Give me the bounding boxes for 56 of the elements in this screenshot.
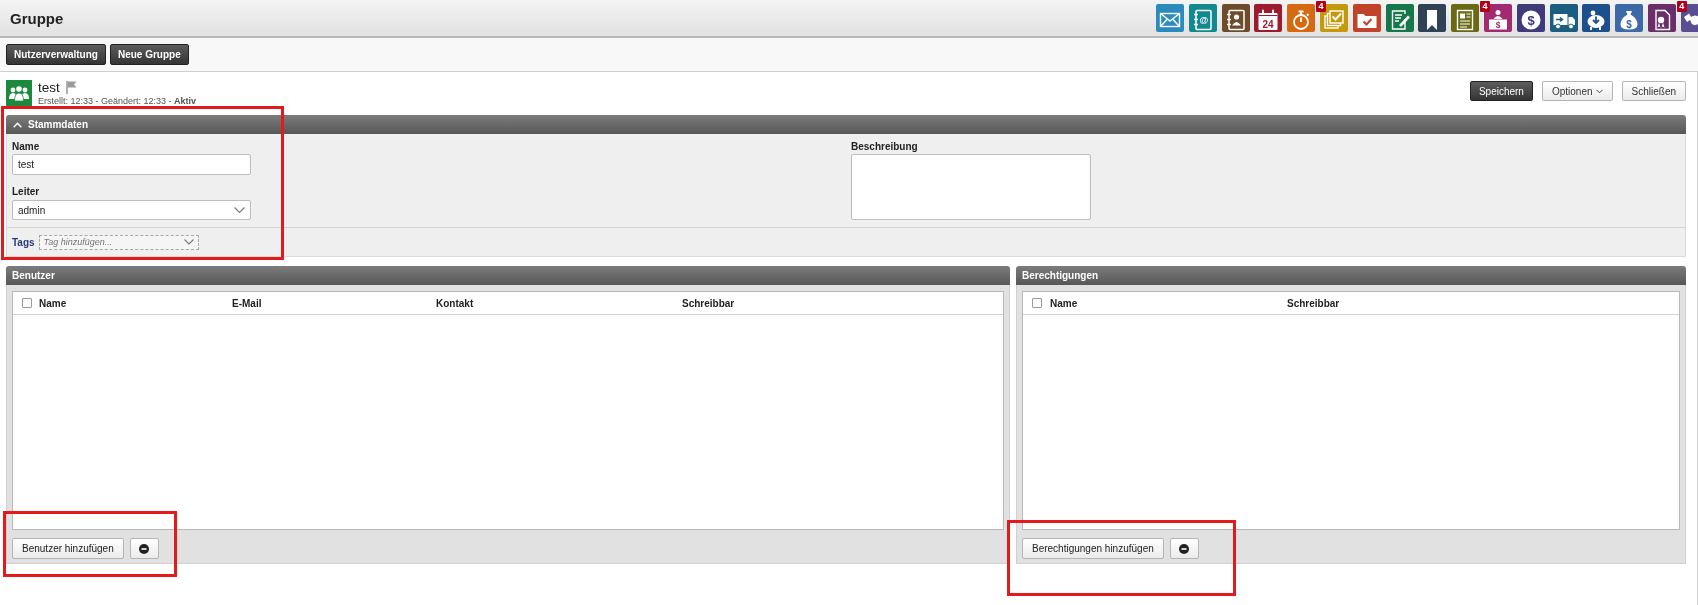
record-meta: Erstellt: 12:33 - Geändert: 12:33 - Aktiv xyxy=(38,96,197,107)
flag-icon[interactable] xyxy=(65,81,77,94)
notification-badge: 4 xyxy=(1316,1,1326,12)
page-title: Gruppe xyxy=(10,9,65,27)
remove-button[interactable] xyxy=(129,538,159,559)
minus-icon xyxy=(139,543,150,554)
app-tile-button[interactable] xyxy=(1221,4,1250,32)
chevron-down-icon xyxy=(183,239,194,245)
app-tile-button[interactable] xyxy=(1549,4,1578,32)
column-header: Kontakt xyxy=(436,297,475,309)
record-title: test xyxy=(38,80,60,95)
app-tile-button[interactable] xyxy=(1287,4,1316,32)
notification-badge: 4 xyxy=(1676,1,1687,12)
app-tile-button[interactable] xyxy=(1352,4,1381,32)
app-tile-button[interactable] xyxy=(1451,4,1480,32)
app-tile-button[interactable] xyxy=(1156,4,1184,32)
field-label: Tags xyxy=(12,236,35,248)
chevron-down-icon xyxy=(234,207,245,213)
notification-badge: 4 xyxy=(1479,1,1490,12)
contact-book-icon xyxy=(1224,8,1247,31)
column-header: E-Mail xyxy=(232,297,263,309)
tag-field[interactable]: Tag hinzufügen... xyxy=(38,234,199,250)
close-button[interactable]: Schließen xyxy=(1621,81,1686,101)
app-tile-button[interactable]: 4 xyxy=(1680,4,1698,32)
checklist-icon xyxy=(1323,8,1345,31)
section-header[interactable]: Stammdaten xyxy=(6,115,1686,134)
options-button[interactable]: Optionen xyxy=(1541,81,1613,101)
field-label: Beschreibung xyxy=(851,141,918,153)
remove-button[interactable] xyxy=(1169,538,1199,559)
field-label: Name xyxy=(12,141,40,153)
panel-header: Berechtigungen xyxy=(1016,266,1686,285)
column-header: Schreibbar xyxy=(1287,297,1340,309)
add-button[interactable]: Benutzer hinzufügen xyxy=(12,538,124,559)
add-button[interactable]: Berechtigungen hinzufügen xyxy=(1022,538,1164,559)
column-header: Schreibbar xyxy=(682,297,735,309)
panel-header: Benutzer xyxy=(6,266,1010,285)
select-field[interactable]: admin xyxy=(12,200,251,220)
minus-icon xyxy=(1179,543,1190,554)
app-tile-button[interactable]: $ 4 xyxy=(1483,4,1512,32)
app-tile-button[interactable] xyxy=(1385,4,1414,32)
app-tile-button[interactable] xyxy=(1582,4,1611,32)
field-label: Leiter xyxy=(12,186,40,198)
description-field[interactable] xyxy=(851,154,1091,220)
checkbox[interactable] xyxy=(22,298,32,308)
column-header: Name xyxy=(39,297,68,309)
column-header: Name xyxy=(1050,297,1079,309)
app-tile-button[interactable] xyxy=(1418,4,1447,32)
checkbox[interactable] xyxy=(1032,298,1042,308)
toolbar-button[interactable]: Nutzerverwaltung xyxy=(6,44,106,65)
caret-icon xyxy=(1595,88,1603,94)
chevron-icon xyxy=(13,121,22,128)
save-button[interactable]: Speichern xyxy=(1469,81,1533,101)
text-field[interactable]: test xyxy=(12,154,251,175)
toolbar-button[interactable]: Neue Gruppe xyxy=(109,44,189,65)
app-tile-button[interactable] xyxy=(1647,4,1676,32)
group-icon xyxy=(6,80,32,106)
